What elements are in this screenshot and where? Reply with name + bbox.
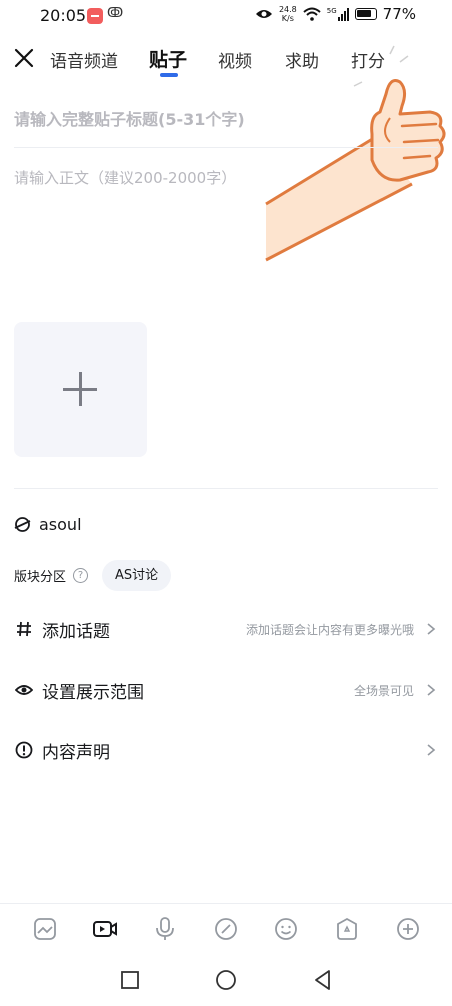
signal-bar-icon xyxy=(337,17,340,21)
back-icon[interactable] xyxy=(311,968,335,992)
add-topic-row[interactable]: 添加话题 添加话题会让内容有更多曝光哦 xyxy=(14,609,438,649)
channel-selector[interactable]: asoul xyxy=(14,515,82,534)
emoji-icon[interactable] xyxy=(273,916,299,942)
visibility-row[interactable]: 设置展示范围 全场景可见 xyxy=(14,670,438,710)
add-topic-hint: 添加话题会让内容有更多曝光哦 xyxy=(245,622,414,637)
battery-icon xyxy=(354,8,377,20)
body-input[interactable] xyxy=(14,167,438,297)
vpn-icon: ↂ xyxy=(107,6,124,21)
title-divider xyxy=(14,147,438,148)
signal-type: 5G xyxy=(326,7,337,15)
net-speed: 24.8 K/s xyxy=(279,5,297,23)
wifi-icon xyxy=(303,7,321,21)
visibility-value: 全场景可见 xyxy=(353,683,414,698)
channel-orbit-icon xyxy=(14,517,31,532)
video-icon[interactable] xyxy=(92,916,118,942)
link-icon[interactable] xyxy=(213,916,239,942)
chevron-right-icon xyxy=(427,744,436,756)
plus-icon-vertical xyxy=(79,372,82,406)
status-right: 24.8 K/s 5G 77% xyxy=(255,5,416,23)
title-input[interactable] xyxy=(14,103,414,135)
net-speed-value: 24.8 xyxy=(278,5,297,14)
battery-percent: 77% xyxy=(382,5,416,23)
home-icon[interactable] xyxy=(214,968,238,992)
zone-tag[interactable]: AS讨论 xyxy=(102,559,172,591)
signal-bar-icon xyxy=(340,14,343,21)
more-add-icon[interactable] xyxy=(395,916,421,942)
content-statement-row[interactable]: 内容声明 xyxy=(14,730,438,770)
status-time: 20:05 xyxy=(40,6,87,25)
recent-apps-icon[interactable] xyxy=(118,968,142,992)
tab-voice-channel[interactable]: 语音频道 xyxy=(50,47,118,72)
microphone-icon[interactable] xyxy=(152,916,178,942)
system-nav xyxy=(0,958,452,1006)
lottery-icon[interactable] xyxy=(334,916,360,942)
image-icon[interactable] xyxy=(32,916,58,942)
zone-section: 版块分区 ? AS讨论 xyxy=(14,559,172,591)
eye-icon xyxy=(14,680,34,700)
tab-post[interactable]: 贴子 xyxy=(149,45,187,72)
eye-comfort-icon xyxy=(255,10,272,18)
channel-name: asoul xyxy=(39,515,82,534)
signal-indicator: 5G xyxy=(327,7,349,21)
alert-icon xyxy=(14,740,34,760)
toolbar-divider xyxy=(0,903,452,904)
close-icon[interactable] xyxy=(12,46,36,70)
chevron-right-icon xyxy=(427,623,436,635)
section-divider xyxy=(14,488,438,489)
chevron-right-icon xyxy=(427,684,436,696)
add-topic-label: 添加话题 xyxy=(42,621,110,642)
net-speed-unit: K/s xyxy=(281,14,294,23)
help-icon[interactable]: ? xyxy=(73,567,89,583)
tab-video[interactable]: 视频 xyxy=(218,47,252,72)
add-image-button[interactable] xyxy=(14,322,147,457)
active-tab-indicator xyxy=(160,73,178,77)
content-statement-label: 内容声明 xyxy=(42,742,110,763)
hash-icon xyxy=(14,619,34,639)
app-notification-icon xyxy=(87,8,103,24)
status-bar: 20:05 ↂ 24.8 K/s 5G 77% xyxy=(0,0,452,34)
visibility-label: 设置展示范围 xyxy=(42,682,144,703)
editor-toolbar xyxy=(0,912,452,948)
signal-bar-icon xyxy=(343,11,346,21)
signal-bar-icon xyxy=(346,8,349,21)
zone-label: 版块分区 xyxy=(14,569,67,585)
